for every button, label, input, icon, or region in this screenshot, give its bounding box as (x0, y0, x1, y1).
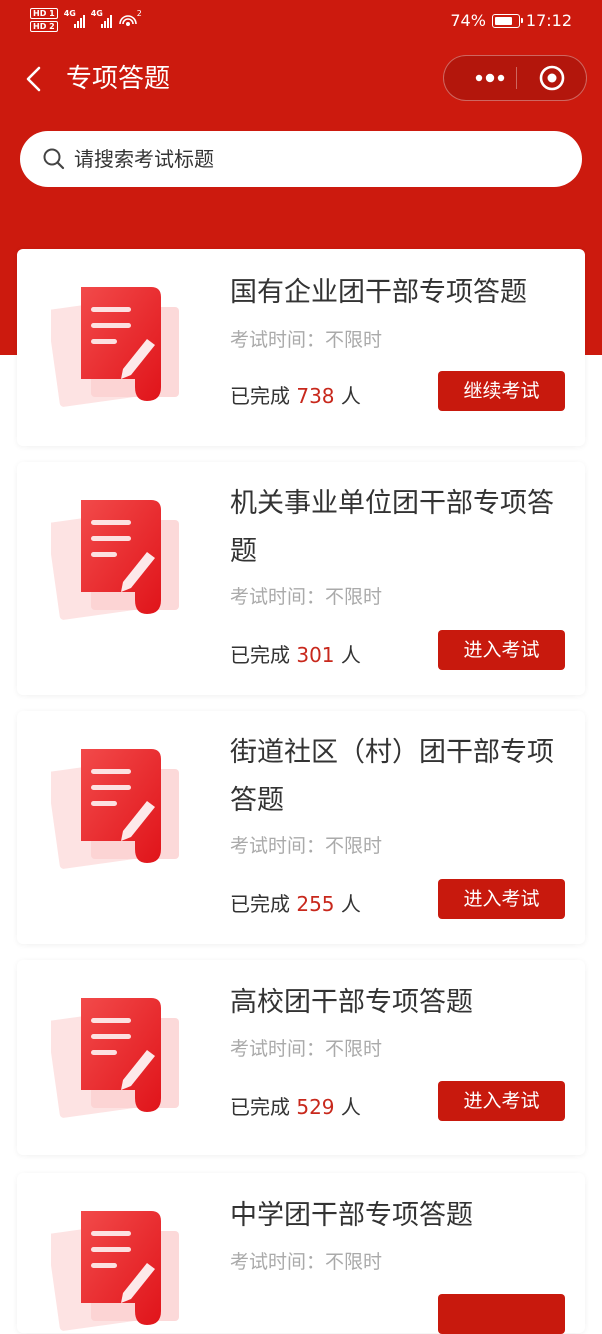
exam-card[interactable]: 街道社区（村）团干部专项答题 考试时间：不限时 已完成 255 人 进入考试 (17, 711, 585, 944)
mini-program-capsule (443, 55, 587, 101)
enter-exam-button[interactable]: 进入考试 (438, 1081, 565, 1121)
exam-time: 考试时间：不限时 (230, 329, 383, 351)
enter-exam-button[interactable]: 进入考试 (438, 879, 565, 919)
hd1-label: HD 1 (30, 8, 58, 19)
exam-document-icon (51, 1211, 179, 1331)
exam-document-icon (51, 749, 179, 869)
exam-time: 考试时间：不限时 (230, 1251, 383, 1273)
chevron-left-icon (26, 66, 41, 92)
status-bar: HD 1 HD 2 4G 4G 2 74% 17:12 (0, 0, 602, 44)
exam-time: 考试时间：不限时 (230, 586, 383, 608)
more-icon (475, 73, 505, 83)
exam-time: 考试时间：不限时 (230, 835, 383, 857)
exam-card[interactable]: 国有企业团干部专项答题 考试时间：不限时 已完成 738 人 继续考试 (17, 249, 585, 446)
exam-card[interactable]: 中学团干部专项答题 考试时间：不限时 (17, 1173, 585, 1334)
exam-document-icon (51, 500, 179, 620)
completed-number: 529 (296, 1095, 335, 1119)
completion-count: 已完成 255 人 (230, 892, 361, 916)
completed-number: 738 (296, 384, 335, 408)
signal-icon: 4G (63, 9, 85, 28)
hotspot-icon: 2 (118, 9, 142, 28)
network-type-2: 4G (90, 9, 103, 18)
exam-title: 高校团干部专项答题 (230, 987, 473, 1018)
nav-bar: 专项答题 (0, 52, 602, 106)
completion-count: 已完成 738 人 (230, 384, 361, 408)
page-title: 专项答题 (66, 64, 171, 94)
completion-count: 已完成 529 人 (230, 1095, 361, 1119)
search-icon (43, 148, 65, 170)
enter-exam-button[interactable]: 进入考试 (438, 630, 565, 670)
search-placeholder: 请搜索考试标题 (74, 147, 214, 171)
exam-document-icon (51, 998, 179, 1118)
exam-card[interactable]: 机关事业单位团干部专项答题 考试时间：不限时 已完成 301 人 进入考试 (17, 462, 585, 695)
more-button[interactable] (464, 56, 516, 100)
battery-icon (491, 13, 523, 28)
enter-exam-button[interactable] (438, 1294, 565, 1334)
hd-indicator: HD 1 HD 2 (30, 8, 58, 32)
hotspot-count: 2 (136, 9, 142, 18)
completed-number: 301 (296, 643, 335, 667)
exam-document-icon (51, 287, 179, 407)
exam-title: 国有企业团干部专项答题 (230, 277, 527, 308)
exam-title: 机关事业单位团干部专项答题 (230, 488, 554, 567)
exam-title: 中学团干部专项答题 (230, 1200, 473, 1231)
search-input[interactable]: 请搜索考试标题 (20, 131, 582, 187)
close-mini-program-button[interactable] (538, 64, 566, 92)
clock: 17:12 (525, 11, 572, 30)
signal-icon: 4G (90, 9, 112, 28)
continue-exam-button[interactable]: 继续考试 (438, 371, 565, 411)
back-button[interactable] (20, 62, 50, 96)
completion-count: 已完成 301 人 (230, 643, 361, 667)
exam-title: 街道社区（村）团干部专项答题 (230, 737, 554, 816)
hd2-label: HD 2 (30, 21, 58, 32)
exam-time: 考试时间：不限时 (230, 1038, 383, 1060)
exam-card[interactable]: 高校团干部专项答题 考试时间：不限时 已完成 529 人 进入考试 (17, 960, 585, 1155)
target-icon (539, 65, 565, 91)
battery-percent: 74% (450, 11, 486, 30)
completed-number: 255 (296, 892, 335, 916)
network-type-1: 4G (63, 9, 76, 18)
